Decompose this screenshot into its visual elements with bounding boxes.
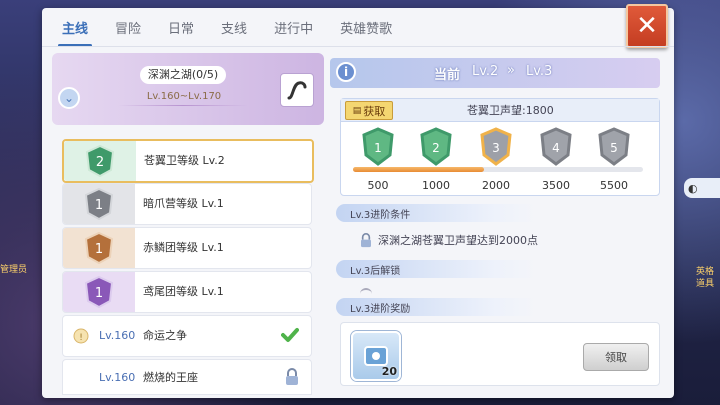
svg-text:1: 1 — [95, 242, 103, 257]
section-reward-label: Lv.3进阶奖励 — [350, 304, 411, 315]
milestone-value: 3500 — [542, 179, 570, 192]
right-npc-label-line1: 英格 — [695, 267, 714, 277]
tab-adventure[interactable]: 冒险 — [115, 18, 141, 37]
tab-in-progress[interactable]: 进行中 — [274, 18, 313, 37]
rank-label: 鸢尾团等级 Lv.1 — [143, 285, 224, 298]
progress-fill — [353, 167, 484, 172]
level-divider — [118, 105, 248, 106]
rank-label: 赤鳞团等级 Lv.1 — [143, 241, 224, 254]
milestone-value: 5500 — [600, 179, 628, 192]
left-npc-label: 管理员 — [0, 265, 28, 275]
rank-item-chilin[interactable]: 1 赤鳞团等级 Lv.1 — [62, 227, 312, 269]
condition-text: 深渊之湖苍翼卫声望达到2000点 — [378, 234, 538, 247]
milestone-value: 1000 — [422, 179, 450, 192]
scroll-icon: ▤ — [352, 105, 362, 116]
detail-header: i 当前 Lv.2 » Lv.3 — [330, 58, 660, 88]
milestone-shield-icon[interactable]: 1 — [361, 127, 395, 167]
svg-text:1: 1 — [95, 198, 103, 213]
rank-item-cangyi[interactable]: 2 苍翼卫等级 Lv.2 — [62, 139, 314, 183]
from-level: Lv.2 — [472, 64, 499, 79]
quest-item[interactable]: ! Lv.160 命运之争 — [62, 315, 312, 357]
rank-label: 暗爪营等级 Lv.1 — [143, 197, 224, 210]
tab-hero-anthem[interactable]: 英雄赞歌 — [340, 18, 392, 37]
milestone-num: 5 — [610, 141, 618, 155]
section-unlock: Lv.3后解锁 — [336, 260, 536, 278]
tab-side[interactable]: 支线 — [221, 18, 247, 37]
section-condition: Lv.3进阶条件 — [336, 204, 536, 222]
tab-main[interactable]: 主线 — [57, 18, 93, 47]
double-arrow-icon: » — [507, 63, 515, 78]
rank-item-yuanwei[interactable]: 1 鸢尾团等级 Lv.1 — [62, 271, 312, 313]
quest-level: Lv.160 — [99, 371, 136, 384]
condition-row: 深渊之湖苍翼卫声望达到2000点 — [360, 232, 538, 248]
side-chat-chip[interactable]: ◐ — [684, 178, 720, 198]
quest-token-icon: ! — [73, 328, 89, 344]
reputation-label: 苍翼卫声望:1800 — [467, 104, 554, 117]
rank-badge-icon: 1 — [63, 184, 135, 224]
get-label: 获取 — [363, 104, 386, 118]
lock-icon — [285, 368, 299, 390]
reputation-bar: ▤ 获取 苍翼卫声望:1800 — [341, 99, 659, 122]
milestone-num: 2 — [432, 141, 440, 155]
quest-name: 命运之争 — [143, 329, 187, 342]
milestone-shield-icon[interactable]: 4 — [539, 127, 573, 167]
rank-badge-icon: 1 — [63, 272, 135, 312]
group-title: 深渊之湖(0/5) — [140, 66, 226, 84]
current-label: 当前 — [434, 68, 461, 83]
unlock-item-icon — [360, 288, 372, 296]
lock-icon — [361, 232, 371, 247]
milestone-shield-icon[interactable]: 2 — [419, 127, 453, 167]
group-header[interactable]: ⌄ 深渊之湖(0/5) Lv.160~Lv.170 — [52, 53, 324, 125]
milestone-value: 2000 — [482, 179, 510, 192]
reward-box: 20 领取 — [340, 322, 660, 386]
info-icon[interactable]: i — [336, 62, 356, 82]
quest-panel: 主线 冒险 日常 支线 进行中 英雄赞歌 ✕ ⌄ 深渊之湖(0/5) Lv.16… — [42, 4, 674, 398]
quest-list: ⌄ 深渊之湖(0/5) Lv.160~Lv.170 2 苍翼卫等级 Lv.2 1… — [52, 53, 324, 395]
milestone-shield-icon[interactable]: 3 — [479, 127, 513, 167]
section-reward: Lv.3进阶奖励 — [336, 298, 536, 316]
milestone-num: 1 — [374, 141, 382, 155]
to-level: Lv.3 — [526, 64, 553, 79]
svg-text:!: ! — [79, 333, 83, 343]
section-condition-label: Lv.3进阶条件 — [350, 210, 411, 221]
group-level-range: Lv.160~Lv.170 — [146, 91, 222, 102]
milestone-num: 4 — [552, 141, 560, 155]
quest-level: Lv.160 — [99, 329, 136, 342]
right-npc-label: 英格 道具 — [696, 266, 714, 290]
tab-bar: 主线 冒险 日常 支线 进行中 英雄赞歌 — [42, 8, 622, 47]
milestone-num: 3 — [492, 141, 500, 155]
right-npc-label-line2: 道具 — [695, 279, 714, 289]
rank-detail: i 当前 Lv.2 » Lv.3 ▤ 获取 苍翼卫声望:1800 1 500 2 100… — [330, 58, 666, 388]
reward-count: 20 — [381, 365, 397, 378]
reward-item[interactable]: 20 — [351, 331, 401, 381]
rank-badge-icon: 1 — [63, 228, 135, 268]
rank-badge-icon: 2 — [64, 141, 136, 181]
milestone-shield-icon[interactable]: 5 — [597, 127, 631, 167]
svg-text:1: 1 — [95, 286, 103, 301]
claim-button[interactable]: 领取 — [583, 343, 649, 371]
tab-daily[interactable]: 日常 — [168, 18, 194, 37]
quest-item[interactable]: Lv.160 燃烧的王座 — [62, 359, 312, 395]
serpent-emblem-icon — [280, 73, 314, 107]
get-reputation-button[interactable]: ▤ 获取 — [345, 101, 393, 120]
checkmark-icon — [281, 327, 299, 347]
rank-item-anzhao[interactable]: 1 暗爪营等级 Lv.1 — [62, 183, 312, 225]
section-unlock-label: Lv.3后解锁 — [350, 266, 401, 277]
rank-label: 苍翼卫等级 Lv.2 — [144, 154, 225, 167]
reputation-box: ▤ 获取 苍翼卫声望:1800 1 500 2 1000 3 2000 4 3500 5 5500 — [340, 98, 660, 196]
chevron-down-icon[interactable]: ⌄ — [58, 87, 80, 109]
tab-divider — [42, 46, 674, 47]
milestone-value: 500 — [367, 179, 389, 192]
svg-text:2: 2 — [96, 155, 104, 170]
close-button[interactable]: ✕ — [626, 4, 668, 48]
quest-name: 燃烧的王座 — [143, 371, 198, 384]
